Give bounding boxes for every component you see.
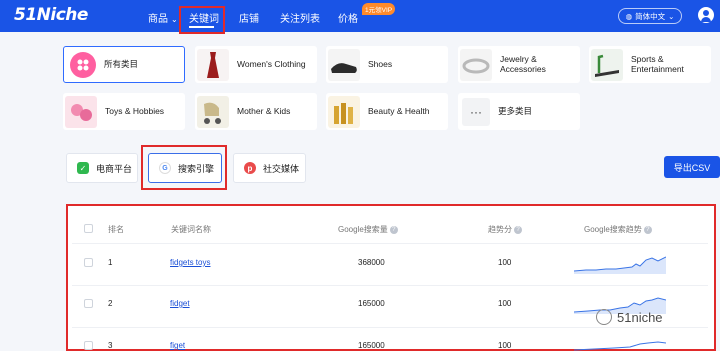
chevron-down-icon: ⌄ xyxy=(171,15,178,24)
help-icon[interactable]: ? xyxy=(643,225,652,234)
category-label: 更多类目 xyxy=(498,105,533,116)
nav-products[interactable]: 商品 ⌄ xyxy=(148,10,178,25)
tab-label: 社交媒体 xyxy=(263,163,300,174)
treadmill-image xyxy=(591,48,623,81)
highlight-box-keywords xyxy=(179,6,225,34)
keyword-link[interactable]: fidgets toys xyxy=(170,258,210,267)
divider xyxy=(72,327,708,328)
select-all-checkbox[interactable] xyxy=(84,224,93,233)
row-checkbox[interactable] xyxy=(84,341,93,350)
bottles-image xyxy=(328,95,360,128)
header-volume[interactable]: Google搜索量? xyxy=(338,224,398,235)
category-label: Toys & Hobbies xyxy=(105,105,165,116)
category-more[interactable]: ··· 更多类目 xyxy=(458,93,580,130)
score-cell: 100 xyxy=(498,299,512,308)
keyword-link[interactable]: fidget xyxy=(170,299,190,308)
vip-badge[interactable]: 1元领VIP xyxy=(362,3,396,15)
shoe-image xyxy=(328,48,360,81)
volume-cell: 165000 xyxy=(358,299,385,308)
logo[interactable]: 51Niche xyxy=(14,5,88,25)
language-selector[interactable]: ◍ 简体中文 ⌄ xyxy=(618,8,682,24)
stroller-image xyxy=(197,95,229,128)
category-label: 所有类目 xyxy=(104,58,139,69)
category-label: Jewelry & Accessories xyxy=(500,53,546,74)
tab-ecommerce[interactable]: ✓ 电商平台 xyxy=(66,153,138,183)
header-trend-chart[interactable]: Google搜索趋势? xyxy=(584,224,652,235)
nav-stores[interactable]: 店铺 xyxy=(239,10,259,25)
tab-label: 电商平台 xyxy=(96,163,133,174)
score-cell: 100 xyxy=(498,341,512,350)
category-womens-clothing[interactable]: Women's Clothing xyxy=(195,46,317,83)
trend-sparkline xyxy=(574,256,666,274)
nav-watchlist[interactable]: 关注列表 xyxy=(280,10,320,25)
pinterest-icon: p xyxy=(244,162,256,174)
category-all[interactable]: 所有类目 xyxy=(63,46,185,83)
rank-cell: 3 xyxy=(108,341,113,350)
user-avatar-icon[interactable] xyxy=(698,7,714,23)
row-checkbox[interactable] xyxy=(84,258,93,267)
header-trend-score[interactable]: 趋势分? xyxy=(488,224,522,235)
rank-cell: 1 xyxy=(108,258,113,267)
trend-sparkline xyxy=(574,341,666,351)
tab-social-media[interactable]: p 社交媒体 xyxy=(233,153,306,183)
rank-cell: 2 xyxy=(108,299,113,308)
help-icon[interactable]: ? xyxy=(514,225,522,234)
keyword-link[interactable]: figet xyxy=(170,341,185,350)
category-mother-kids[interactable]: Mother & Kids xyxy=(195,93,317,130)
bracelet-image xyxy=(460,48,492,81)
header-keyword: 关键词名称 xyxy=(171,225,211,234)
category-label: Shoes xyxy=(368,58,393,69)
highlight-box-search-engine xyxy=(141,145,227,190)
category-beauty[interactable]: Beauty & Health xyxy=(326,93,448,130)
category-label: Women's Clothing xyxy=(237,58,306,69)
category-toys[interactable]: Toys & Hobbies xyxy=(63,93,185,130)
watermark-text: 51niche xyxy=(617,309,663,325)
wechat-icon xyxy=(596,309,612,325)
export-csv-button[interactable]: 导出CSV xyxy=(664,156,720,178)
divider xyxy=(72,285,708,286)
volume-cell: 165000 xyxy=(358,341,385,350)
globe-icon: ◍ xyxy=(625,11,633,21)
row-checkbox[interactable] xyxy=(84,299,93,308)
nav-pricing[interactable]: 价格 xyxy=(338,10,358,25)
language-label: 简体中文 xyxy=(635,11,666,21)
help-icon[interactable]: ? xyxy=(389,225,398,234)
header-rank: 排名 xyxy=(108,225,124,234)
category-label: Sports & Entertainment xyxy=(631,53,684,74)
volume-cell: 368000 xyxy=(358,258,385,267)
category-label: Beauty & Health xyxy=(368,105,430,116)
score-cell: 100 xyxy=(498,258,512,267)
category-jewelry[interactable]: Jewelry & Accessories xyxy=(458,46,580,83)
watermark: 51niche xyxy=(596,309,663,325)
category-sports[interactable]: Sports & Entertainment xyxy=(589,46,711,83)
category-label: Mother & Kids xyxy=(237,105,291,116)
grid-icon xyxy=(70,51,96,78)
more-icon: ··· xyxy=(462,97,490,126)
top-nav: 51Niche 商品 ⌄ 关键词 店铺 关注列表 价格 1元领VIP ◍ 简体中文… xyxy=(0,0,720,32)
chevron-down-icon: ⌄ xyxy=(668,11,675,21)
toys-image xyxy=(65,95,97,128)
check-icon: ✓ xyxy=(77,162,89,174)
category-shoes[interactable]: Shoes xyxy=(326,46,448,83)
divider xyxy=(72,243,708,244)
dress-image xyxy=(197,48,229,81)
